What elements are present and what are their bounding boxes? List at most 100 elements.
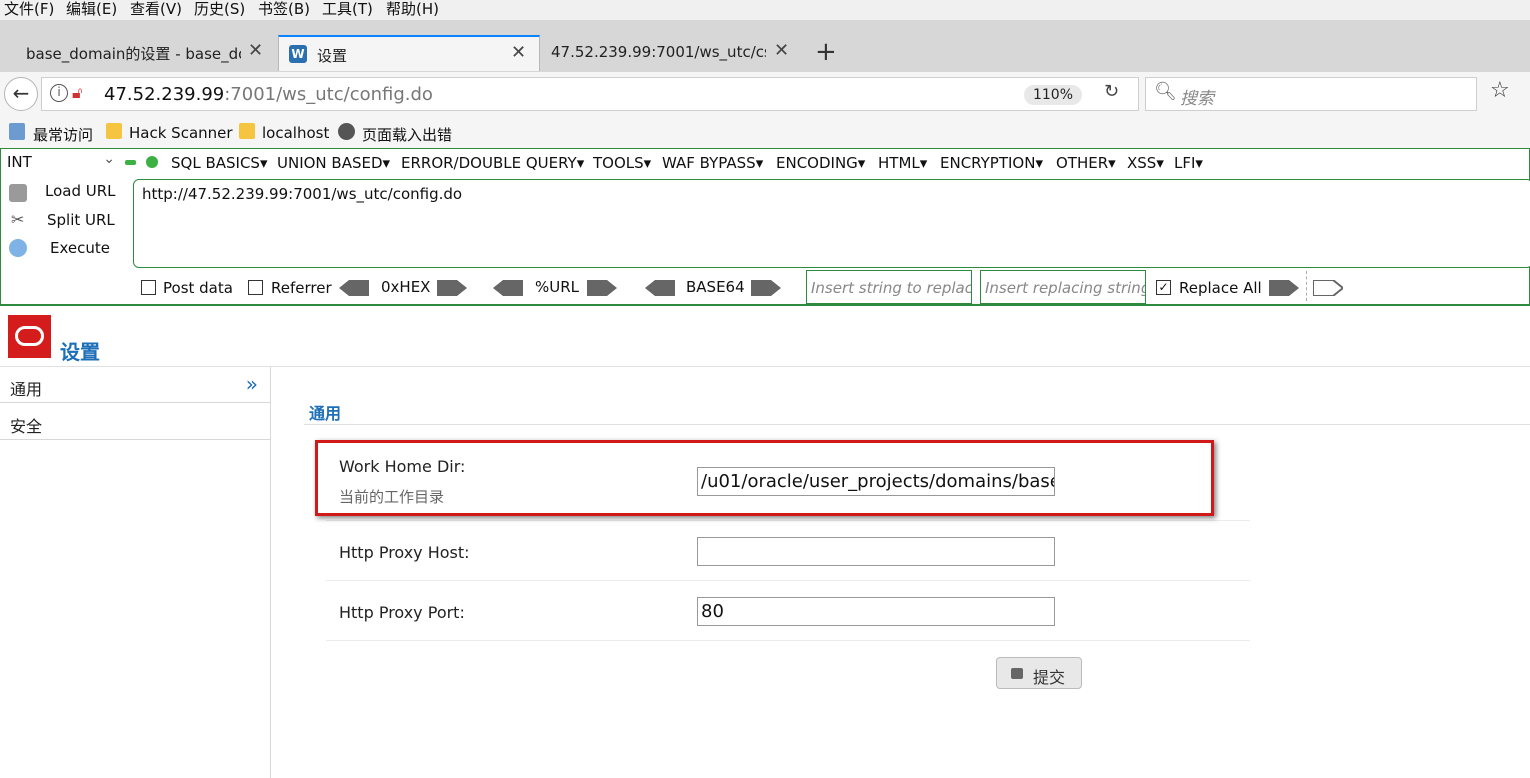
divider xyxy=(326,520,1250,521)
tab-base-domain[interactable]: base_domain的设置 - base_do ✕ xyxy=(10,35,275,71)
int-select[interactable]: INT ⌄ xyxy=(7,151,117,175)
double-chevron-right-icon[interactable]: » xyxy=(246,372,258,396)
replace-arrow-icon[interactable] xyxy=(1269,280,1299,296)
replace-string-input[interactable]: Insert string to replace xyxy=(806,270,972,304)
base64-label: BASE64 xyxy=(686,278,745,296)
divider xyxy=(326,640,1250,641)
search-box[interactable]: 🔍︎ 搜索 xyxy=(1145,77,1477,111)
base64-encode-arrow-icon[interactable] xyxy=(751,280,781,296)
menu-edit[interactable]: 编辑(E) xyxy=(66,0,117,19)
bookmark-hack-scanner[interactable]: Hack Scanner xyxy=(129,124,233,142)
menu-encryption[interactable]: ENCRYPTION▾ xyxy=(940,154,1043,172)
scissors-icon: ✂ xyxy=(11,210,25,229)
close-icon[interactable]: ✕ xyxy=(774,40,789,61)
bookmark-star-icon[interactable]: ☆ xyxy=(1490,78,1510,103)
replacing-string-input[interactable]: Insert replacing string xyxy=(980,270,1146,304)
url-encode-label: %URL xyxy=(535,278,580,296)
menu-history[interactable]: 历史(S) xyxy=(194,0,245,19)
submit-button[interactable]: 提交 xyxy=(996,657,1082,689)
http-proxy-host-label: Http Proxy Host: xyxy=(339,543,470,562)
int-select-value: INT xyxy=(7,153,32,171)
menu-xss[interactable]: XSS▾ xyxy=(1127,154,1164,172)
menu-sql-basics[interactable]: SQL BASICS▾ xyxy=(171,154,267,172)
url-host: 47.52.239.99 xyxy=(104,84,225,105)
base64-decode-arrow-icon[interactable] xyxy=(645,280,675,296)
hackbar-panel: INT ⌄ SQL BASICS▾ UNION BASED▾ ERROR/DOU… xyxy=(0,148,1530,306)
referrer-label: Referrer xyxy=(271,279,332,297)
info-icon[interactable]: i xyxy=(50,84,68,102)
execute-button[interactable]: Execute xyxy=(50,239,110,257)
hex-encode-arrow-icon[interactable] xyxy=(437,280,467,296)
page-title: 设置 xyxy=(60,340,100,364)
tab-title: 设置 xyxy=(317,47,348,65)
bookmark-page-error[interactable]: 页面载入出错 xyxy=(362,124,452,145)
menu-error-double-query[interactable]: ERROR/DOUBLE QUERY▾ xyxy=(401,154,584,172)
most-visited-icon xyxy=(9,123,25,140)
menu-union-based[interactable]: UNION BASED▾ xyxy=(277,154,390,172)
hex-decode-arrow-icon[interactable] xyxy=(339,280,369,296)
split-url-button[interactable]: Split URL xyxy=(47,211,115,229)
divider xyxy=(304,424,1530,425)
load-url-icon xyxy=(9,184,27,202)
replace-next-arrow-icon[interactable] xyxy=(1313,280,1343,296)
sidebar-item-label: 安全 xyxy=(10,417,43,436)
menu-lfi[interactable]: LFI▾ xyxy=(1174,154,1203,172)
load-url-button[interactable]: Load URL xyxy=(45,182,116,200)
submit-label: 提交 xyxy=(1033,668,1066,687)
hackbar-url-value: http://47.52.239.99:7001/ws_utc/config.d… xyxy=(142,185,463,203)
sidebar-item-security[interactable]: 安全 xyxy=(0,404,270,440)
bookmark-most-visited[interactable]: 最常访问 xyxy=(33,124,93,145)
menu-view[interactable]: 查看(V) xyxy=(130,0,182,19)
menu-encoding[interactable]: ENCODING▾ xyxy=(776,154,865,172)
sidebar-item-general[interactable]: 通用 » xyxy=(0,367,270,403)
menu-bookmarks[interactable]: 书签(B) xyxy=(258,0,310,19)
referrer-checkbox[interactable] xyxy=(248,280,263,295)
url-path: :7001/ws_utc/config.do xyxy=(224,84,433,105)
hackbar-url-textarea[interactable]: http://47.52.239.99:7001/ws_utc/config.d… xyxy=(133,179,1530,268)
tab-css[interactable]: 47.52.239.99:7001/ws_utc/css/ ✕ xyxy=(542,35,802,71)
close-icon[interactable]: ✕ xyxy=(511,42,526,63)
menu-bar: 文件(F) 编辑(E) 查看(V) 历史(S) 书签(B) 工具(T) 帮助(H… xyxy=(0,0,1530,20)
back-arrow-icon: ← xyxy=(12,81,30,105)
replace-all-label: Replace All xyxy=(1179,279,1262,297)
url-decode-arrow-icon[interactable] xyxy=(493,280,523,296)
bookmark-localhost[interactable]: localhost xyxy=(262,124,329,142)
replace-all-checkbox[interactable]: ✓ xyxy=(1156,280,1171,295)
menu-file[interactable]: 文件(F) xyxy=(4,0,54,19)
chevron-down-icon: ⌄ xyxy=(103,151,115,167)
menu-other[interactable]: OTHER▾ xyxy=(1056,154,1116,172)
menu-help[interactable]: 帮助(H) xyxy=(386,0,439,19)
address-bar[interactable]: i 🔓︎ 47.52.239.99:7001/ws_utc/config.do … xyxy=(41,77,1139,111)
post-data-checkbox[interactable] xyxy=(141,280,156,295)
search-icon: 🔍︎ xyxy=(1154,81,1177,102)
menu-html[interactable]: HTML▾ xyxy=(878,154,927,172)
red-highlight-box xyxy=(315,440,1214,516)
oracle-logo xyxy=(8,315,51,358)
insecure-lock-icon: 🔓︎ xyxy=(72,83,83,102)
tab-strip: base_domain的设置 - base_do ✕ W 设置 ✕ 47.52.… xyxy=(0,20,1530,72)
back-button[interactable]: ← xyxy=(4,77,38,111)
tab-title: 47.52.239.99:7001/ws_utc/css/ xyxy=(551,43,766,61)
folder-icon xyxy=(106,123,122,139)
replace-string-placeholder: Insert string to replace xyxy=(811,279,972,297)
menu-tools[interactable]: 工具(T) xyxy=(322,0,373,19)
url-encode-arrow-icon[interactable] xyxy=(587,280,617,296)
tab-title: base_domain的设置 - base_do xyxy=(26,45,241,63)
http-proxy-port-input[interactable]: 80 xyxy=(697,597,1055,626)
section-title: 通用 xyxy=(309,404,342,423)
minus-icon[interactable] xyxy=(125,160,136,165)
plus-icon[interactable] xyxy=(146,156,158,168)
close-icon[interactable]: ✕ xyxy=(248,40,263,61)
zoom-indicator[interactable]: 110% xyxy=(1024,85,1082,105)
reload-icon[interactable]: ↻ xyxy=(1104,81,1119,102)
new-tab-button[interactable]: + xyxy=(815,37,837,67)
post-data-label: Post data xyxy=(163,279,233,297)
menu-waf-bypass[interactable]: WAF BYPASS▾ xyxy=(662,154,763,172)
sidebar-item-label: 通用 xyxy=(10,380,43,399)
menu-tools-hack[interactable]: TOOLS▾ xyxy=(593,154,651,172)
bookmarks-toolbar: 最常访问 Hack Scanner localhost 页面载入出错 xyxy=(0,118,1530,148)
tab-settings[interactable]: W 设置 ✕ xyxy=(278,35,540,71)
http-proxy-host-input[interactable] xyxy=(697,537,1055,566)
folder-icon xyxy=(239,123,255,139)
http-proxy-port-label: Http Proxy Port: xyxy=(339,603,465,622)
